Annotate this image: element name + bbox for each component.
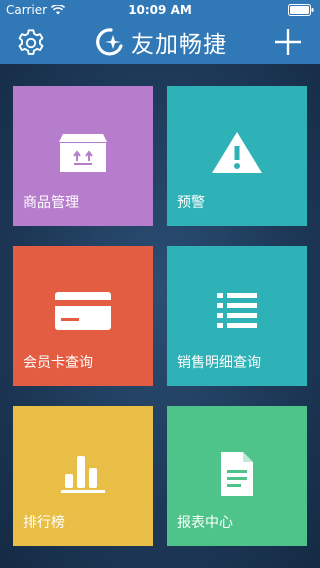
- tile-alert[interactable]: 预警: [167, 86, 307, 226]
- clock: 10:09 AM: [128, 3, 192, 17]
- status-bar: Carrier 10:09 AM: [0, 0, 320, 20]
- app-title: 友加畅捷: [131, 32, 227, 58]
- list-icon: [217, 293, 257, 328]
- tile-label: 销售明细查询: [177, 355, 261, 371]
- dashboard: 商品管理 预警 会员卡查询 销售明细查询 排行榜 报表中心: [0, 64, 320, 568]
- warning-icon: [212, 132, 262, 173]
- tile-label: 会员卡查询: [23, 355, 93, 371]
- tile-product-management[interactable]: 商品管理: [13, 86, 153, 226]
- tile-sales-detail-query[interactable]: 销售明细查询: [167, 246, 307, 386]
- tile-report-center[interactable]: 报表中心: [167, 406, 307, 546]
- tile-member-card-query[interactable]: 会员卡查询: [13, 246, 153, 386]
- tile-ranking[interactable]: 排行榜: [13, 406, 153, 546]
- navigation-bar: 友加畅捷: [0, 20, 320, 64]
- tile-label: 预警: [177, 195, 205, 211]
- tile-label: 商品管理: [23, 195, 79, 211]
- box-icon: [59, 134, 107, 172]
- app-logo-icon: [96, 28, 123, 56]
- plus-icon[interactable]: [273, 27, 303, 57]
- tile-label: 排行榜: [23, 515, 65, 531]
- tile-label: 报表中心: [177, 515, 233, 531]
- card-icon: [55, 292, 111, 330]
- battery-indicator: [288, 4, 314, 19]
- top-bar: Carrier 10:09 AM 友加畅捷: [0, 0, 320, 64]
- document-icon: [221, 452, 253, 496]
- gear-icon[interactable]: [16, 28, 46, 58]
- battery-icon: [288, 4, 314, 16]
- bar-chart-icon: [61, 456, 105, 493]
- app-brand: 友加畅捷: [93, 26, 227, 58]
